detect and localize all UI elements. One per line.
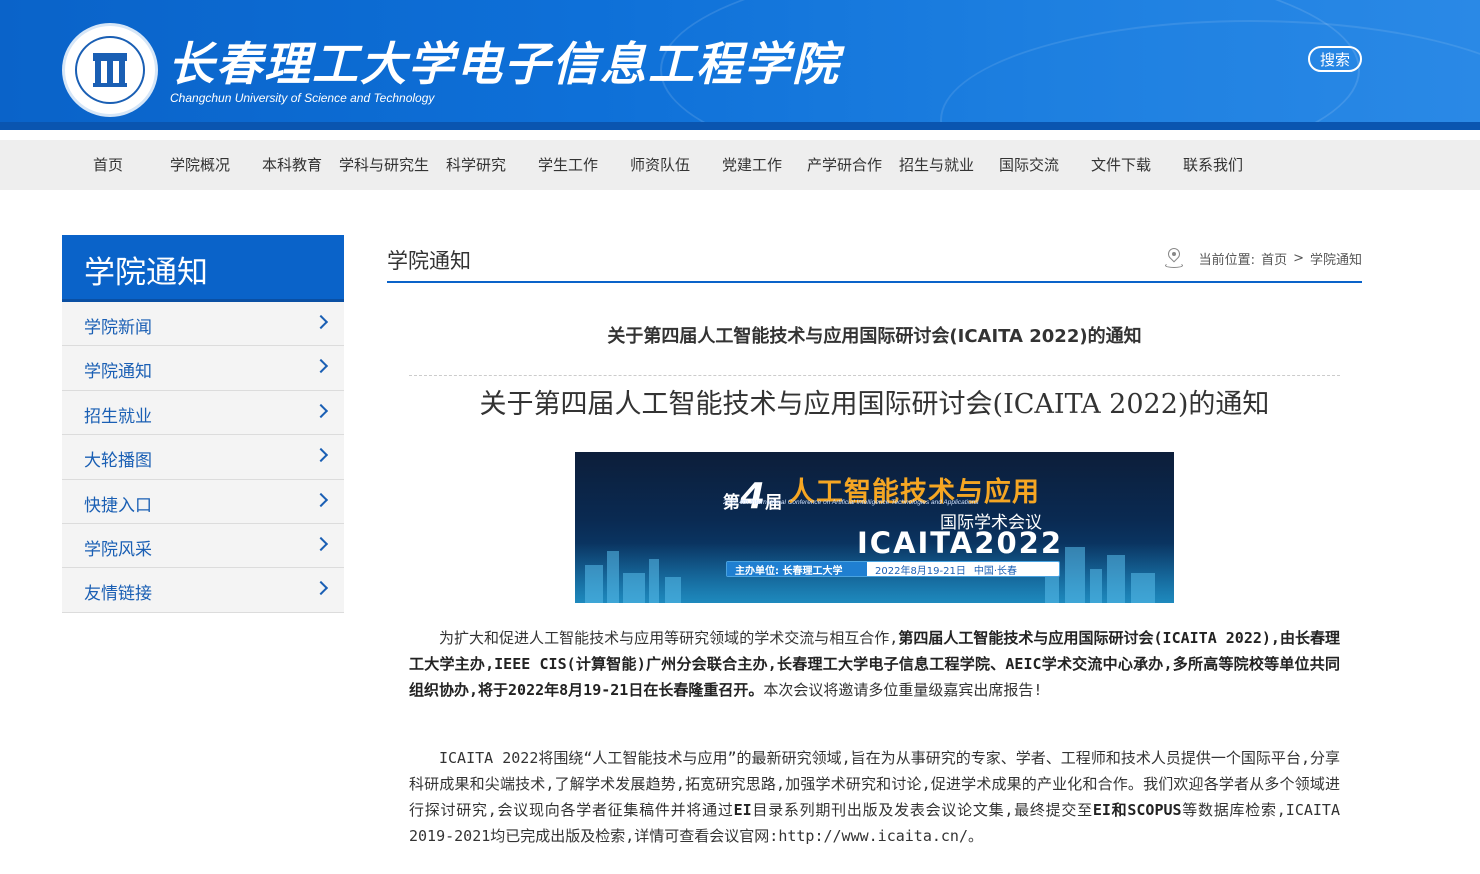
banner-info-bar: 主办单位: 长春理工大学 2022年8月19-21日 中国·长春 bbox=[726, 561, 1060, 577]
nav-item-admission[interactable]: 招生与就业 bbox=[899, 140, 974, 190]
sidebar-item-label: 大轮播图 bbox=[84, 451, 152, 472]
chevron-right-icon bbox=[313, 581, 329, 596]
nav-item-undergrad[interactable]: 本科教育 bbox=[262, 140, 322, 190]
nav-item-home[interactable]: 首页 bbox=[93, 140, 123, 190]
chevron-right-icon bbox=[313, 314, 329, 330]
sidebar-item-label: 快捷入口 bbox=[84, 495, 152, 516]
banner-host: 主办单位: 长春理工大学 bbox=[727, 562, 867, 577]
sidebar-item-notices[interactable]: 学院通知 bbox=[62, 346, 344, 391]
banner-place: 中国·长春 bbox=[973, 565, 1018, 577]
nav-item-about[interactable]: 学院概况 bbox=[170, 140, 230, 190]
nav-item-student-affairs[interactable]: 学生工作 bbox=[538, 140, 598, 190]
chevron-right-icon bbox=[313, 448, 329, 463]
gate-icon bbox=[93, 53, 127, 87]
sidebar-item-friend-links[interactable]: 友情链接 bbox=[62, 568, 344, 613]
nav-item-contact[interactable]: 联系我们 bbox=[1183, 140, 1243, 190]
breadcrumb-home[interactable]: 首页 bbox=[1261, 249, 1287, 268]
divider bbox=[409, 375, 1340, 376]
banner-date: 2022年8月19-21日 bbox=[875, 565, 966, 577]
breadcrumb-separator: > bbox=[1293, 250, 1304, 266]
sidebar-item-label: 友情链接 bbox=[84, 584, 152, 605]
sidebar-item-carousel[interactable]: 大轮播图 bbox=[62, 435, 344, 480]
sidebar-item-label: 学院通知 bbox=[84, 362, 152, 383]
banner-acronym: ICAITA2022 bbox=[857, 526, 1063, 560]
nav-item-industry[interactable]: 产学研合作 bbox=[807, 140, 882, 190]
nav-item-international[interactable]: 国际交流 bbox=[999, 140, 1059, 190]
nav-item-research[interactable]: 科学研究 bbox=[446, 140, 506, 190]
breadcrumb-prefix: 当前位置: bbox=[1198, 252, 1256, 268]
main-nav: 首页 学院概况 本科教育 学科与研究生 科学研究 学生工作 师资队伍 党建工作 … bbox=[0, 140, 1480, 190]
university-logo[interactable] bbox=[62, 23, 158, 117]
nav-item-party[interactable]: 党建工作 bbox=[722, 140, 782, 190]
chevron-right-icon bbox=[313, 359, 329, 374]
article-paragraph: 为扩大和促进人工智能技术与应用等研究领域的学术交流与相互合作,第四届人工智能技术… bbox=[409, 629, 1340, 699]
sidebar-header: 学院通知 bbox=[62, 235, 344, 302]
site-header: 长春理工大学电子信息工程学院 Changchun University of S… bbox=[0, 0, 1480, 130]
article-heading: 关于第四届人工智能技术与应用国际研讨会(ICAITA 2022)的通知 bbox=[479, 389, 1270, 420]
banner-name-en: 2022 4th International Conference on Art… bbox=[723, 499, 979, 506]
banner-edition: 第4届 bbox=[723, 476, 783, 517]
section-title: 学院通知 bbox=[387, 249, 471, 273]
content-header: 学院通知 当前位置: 首页 > 学院通知 bbox=[387, 243, 1362, 283]
chevron-right-icon bbox=[313, 492, 329, 507]
sidebar-title: 学院通知 bbox=[84, 255, 208, 291]
sidebar-item-quick-links[interactable]: 快捷入口 bbox=[62, 479, 344, 524]
nav-item-downloads[interactable]: 文件下载 bbox=[1091, 140, 1151, 190]
sidebar-menu: 学院新闻 学院通知 招生就业 大轮播图 快捷入口 学院风采 友情链接 bbox=[62, 302, 344, 613]
sidebar-item-admissions[interactable]: 招生就业 bbox=[62, 390, 344, 436]
header-bottom-bar bbox=[0, 122, 1480, 130]
conference-banner-image: 第4届 人工智能技术与应用 2022 4th International Con… bbox=[575, 452, 1174, 603]
article-paragraph: ICAITA 2022将围绕“人工智能技术与应用”的最新研究领域,旨在为从事研究… bbox=[409, 749, 1340, 845]
site-title[interactable]: 长春理工大学电子信息工程学院 bbox=[168, 28, 840, 94]
search-button[interactable]: 搜索 bbox=[1308, 46, 1362, 72]
sidebar-item-news[interactable]: 学院新闻 bbox=[62, 302, 344, 347]
location-pin-icon bbox=[1164, 245, 1183, 268]
sidebar-item-gallery[interactable]: 学院风采 bbox=[62, 523, 344, 569]
nav-item-faculty[interactable]: 师资队伍 bbox=[630, 140, 690, 190]
nav-item-graduate[interactable]: 学科与研究生 bbox=[339, 140, 429, 190]
breadcrumb-current[interactable]: 学院通知 bbox=[1310, 249, 1362, 268]
article-title: 关于第四届人工智能技术与应用国际研讨会(ICAITA 2022)的通知 bbox=[607, 326, 1142, 347]
chevron-right-icon bbox=[313, 403, 329, 418]
logo-emblem bbox=[75, 36, 145, 104]
site-subtitle: Changchun University of Science and Tech… bbox=[170, 91, 435, 105]
sidebar-item-label: 招生就业 bbox=[84, 406, 152, 427]
breadcrumb: 当前位置: 首页 > 学院通知 bbox=[1164, 245, 1362, 268]
chevron-right-icon bbox=[313, 536, 329, 552]
sidebar-item-label: 学院风采 bbox=[84, 539, 152, 560]
sidebar-item-label: 学院新闻 bbox=[84, 318, 152, 338]
